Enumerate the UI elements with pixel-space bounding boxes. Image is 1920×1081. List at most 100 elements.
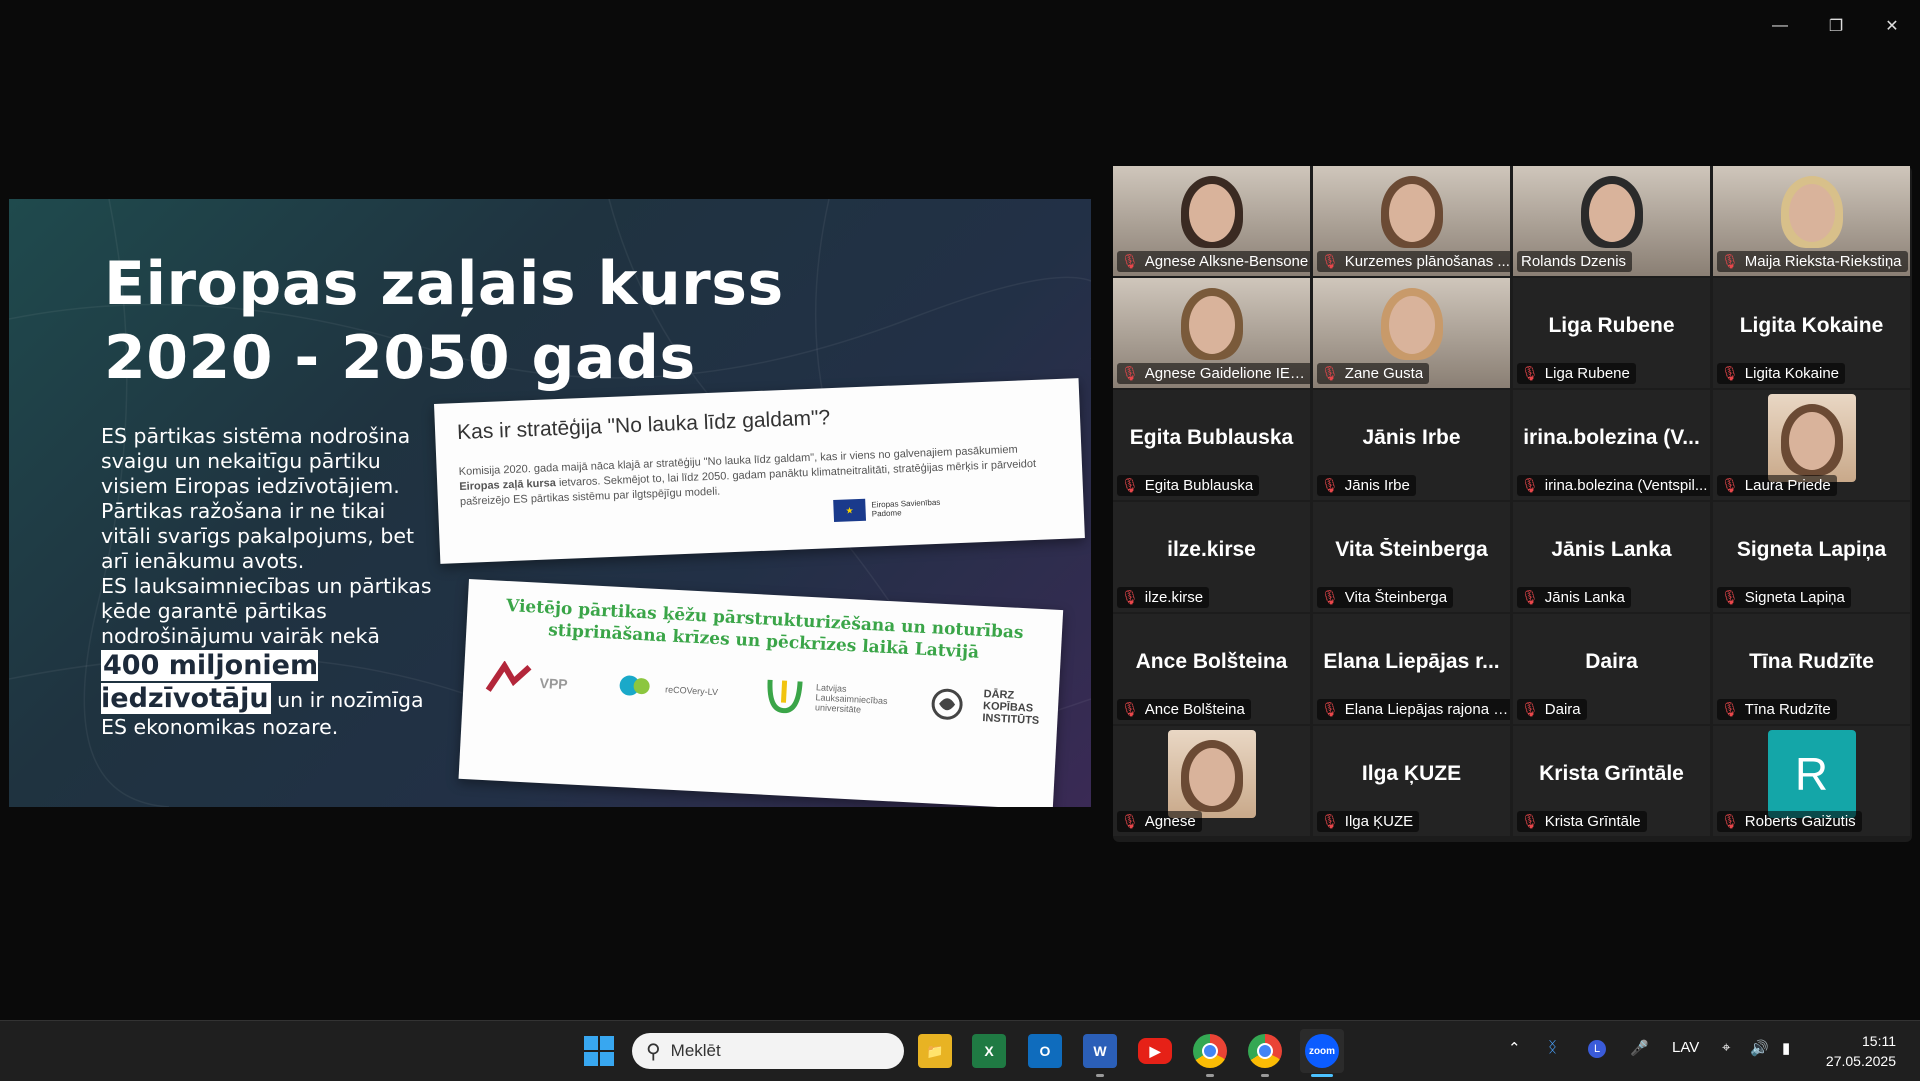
restore-button[interactable]: ❐ (1808, 12, 1864, 40)
chrome-icon[interactable] (1193, 1034, 1227, 1068)
mic-muted-icon: 🎙 (1521, 813, 1539, 829)
participant-display-name: Jānis Irbe (1362, 426, 1461, 449)
participant-tile[interactable]: ilze.kirse 🎙 ilze.kirse (1113, 502, 1310, 612)
mic-muted-icon: 🎙 (1321, 589, 1339, 605)
chrome-running-indicator (1206, 1074, 1214, 1077)
participant-display-name: Signeta Lapiņa (1736, 538, 1887, 561)
participant-tile[interactable]: Jānis Lanka 🎙 Jānis Lanka (1513, 502, 1710, 612)
participant-tile[interactable]: Rolands Dzenis (1513, 166, 1710, 276)
participant-display-name: Ligita Kokaine (1739, 314, 1884, 337)
microphone-icon[interactable]: 🎤 (1630, 1039, 1649, 1057)
vpp-logo: VPP (483, 660, 569, 704)
app-tray-icon[interactable]: L (1588, 1040, 1606, 1058)
recovery-lv-logo: reCOVery-LV (608, 667, 719, 713)
file-explorer-icon[interactable]: 📁 (918, 1034, 952, 1068)
slide-title-line-1: Eiropas zaļais kurss (104, 249, 784, 319)
participant-name-label: 🎙 Laura Priede (1717, 475, 1837, 496)
participant-avatar (1767, 394, 1856, 482)
close-button[interactable]: ✕ (1864, 12, 1920, 40)
word-icon[interactable]: W (1083, 1034, 1117, 1068)
participant-name-label: 🎙 Vita Šteinberga (1317, 587, 1454, 608)
participant-tile[interactable]: 🎙 Kurzemes plānošanas ... (1313, 166, 1510, 276)
participant-display-name: Jānis Lanka (1551, 538, 1672, 561)
shared-slide: Eiropas zaļais kurss 2020 - 2050 gads ES… (9, 199, 1091, 807)
participant-tile[interactable]: R 🎙 Roberts Gaižutis (1713, 726, 1910, 836)
participant-display-name: Ance Bolšteina (1135, 650, 1288, 673)
participant-name-label: 🎙 Krista Grīntāle (1517, 811, 1647, 832)
participant-tile[interactable]: 🎙 Agnese Gaidelione IEB... (1113, 278, 1310, 388)
mic-muted-icon: 🎙 (1121, 477, 1139, 493)
system-clock[interactable]: 15:11 27.05.2025 (1826, 1031, 1896, 1071)
participant-name-label: 🎙 Agnese Gaidelione IEB... (1117, 363, 1310, 384)
participant-tile[interactable]: Krista Grīntāle 🎙 Krista Grīntāle (1513, 726, 1710, 836)
zoom-icon[interactable]: zoom (1305, 1034, 1339, 1068)
mic-muted-icon: 🎙 (1721, 253, 1739, 269)
mic-muted-icon: 🎙 (1321, 701, 1339, 717)
participant-tile[interactable]: Signeta Lapiņa 🎙 Signeta Lapiņa (1713, 502, 1910, 612)
participant-tile[interactable]: 🎙 Maija Rieksta-Riekstiņa (1713, 166, 1910, 276)
mic-muted-icon: 🎙 (1521, 701, 1539, 717)
windows-icon (584, 1036, 598, 1050)
mic-muted-icon: 🎙 (1321, 253, 1339, 269)
outlook-icon[interactable]: O (1028, 1034, 1062, 1068)
excel-icon[interactable]: X (972, 1034, 1006, 1068)
slide-body-text: ES pārtikas sistēma nodrošina svaigu un … (101, 424, 441, 740)
chrome-profile-icon[interactable] (1248, 1034, 1282, 1068)
search-icon: ⚲ (646, 1040, 661, 1063)
participant-display-name: ilze.kirse (1167, 538, 1256, 561)
participant-name-label: 🎙 Ilga ĶUZE (1317, 811, 1420, 832)
participant-name-label: 🎙 Ligita Kokaine (1717, 363, 1846, 384)
participant-display-name: irina.bolezina (V... (1523, 426, 1700, 449)
clock-time: 15:11 (1862, 1033, 1896, 1049)
window-controls: — ❐ ✕ (1752, 12, 1920, 40)
battery-icon[interactable]: ▮ (1782, 1039, 1790, 1057)
participant-display-name: Elana Liepājas r... (1323, 650, 1500, 673)
youtube-icon[interactable]: ▶ (1138, 1038, 1172, 1064)
mic-muted-icon: 🎙 (1521, 365, 1539, 381)
mic-muted-icon: 🎙 (1721, 813, 1739, 829)
participant-tile[interactable]: 🎙 Laura Priede (1713, 390, 1910, 500)
bluetooth-icon[interactable]: ᛝ (1548, 1039, 1557, 1056)
language-indicator[interactable]: LAV (1672, 1039, 1699, 1056)
mic-muted-icon: 🎙 (1721, 365, 1739, 381)
mic-muted-icon: 🎙 (1121, 701, 1139, 717)
mic-muted-icon: 🎙 (1721, 477, 1739, 493)
participant-tile[interactable]: Vita Šteinberga 🎙 Vita Šteinberga (1313, 502, 1510, 612)
show-hidden-icons-chevron-icon[interactable]: ⌃ (1508, 1039, 1521, 1057)
participant-tile[interactable]: 🎙 Agnese Alksne-Bensone (1113, 166, 1310, 276)
participant-tile[interactable]: Ilga ĶUZE 🎙 Ilga ĶUZE (1313, 726, 1510, 836)
participant-name-label: 🎙 Liga Rubene (1517, 363, 1636, 384)
participant-tile[interactable]: Daira 🎙 Daira (1513, 614, 1710, 724)
participant-name-label: Rolands Dzenis (1517, 251, 1633, 272)
participant-name-label: 🎙 Kurzemes plānošanas ... (1317, 251, 1510, 272)
mic-muted-icon: 🎙 (1121, 253, 1139, 269)
participant-tile[interactable]: Liga Rubene 🎙 Liga Rubene (1513, 278, 1710, 388)
llu-logo: Latvijas Lauksaimniecības universitāte (759, 674, 888, 721)
participant-tile[interactable]: Tīna Rudzīte 🎙 Tīna Rudzīte (1713, 614, 1910, 724)
participant-display-name: Egita Bublauska (1129, 426, 1294, 449)
participant-tile[interactable]: Elana Liepājas r... 🎙 Elana Liepājas rajon… (1313, 614, 1510, 724)
wifi-icon[interactable]: ⌖ (1722, 1039, 1730, 1056)
taskbar-search[interactable]: ⚲ Meklēt (632, 1033, 904, 1069)
mic-muted-icon: 🎙 (1721, 701, 1739, 717)
participant-tile[interactable]: Ance Bolšteina 🎙 Ance Bolšteina (1113, 614, 1310, 724)
start-button[interactable] (584, 1036, 614, 1066)
strategy-question: Kas ir stratēģija "No lauka līdz galdam"… (456, 406, 831, 445)
participant-name-label: 🎙 Daira (1517, 699, 1587, 720)
participant-tile[interactable]: Ligita Kokaine 🎙 Ligita Kokaine (1713, 278, 1910, 388)
participant-name-label: 🎙 Agnese Alksne-Bensone (1117, 251, 1310, 272)
participant-display-name: Krista Grīntāle (1539, 762, 1684, 785)
participant-tile[interactable]: Jānis Irbe 🎙 Jānis Irbe (1313, 390, 1510, 500)
partner-logos: VPP reCOVery-LV Latvijas Lauksaimniecība… (483, 660, 1044, 729)
participant-tile[interactable]: 🎙 Zane Gusta (1313, 278, 1510, 388)
participant-tile[interactable]: 🎙 Agnese (1113, 726, 1310, 836)
mic-muted-icon: 🎙 (1121, 813, 1139, 829)
participant-tile[interactable]: irina.bolezina (V... 🎙 irina.bolezina (Ven… (1513, 390, 1710, 500)
participant-name-label: 🎙 Tīna Rudzīte (1717, 699, 1837, 720)
minimize-button[interactable]: — (1752, 12, 1808, 40)
participant-name-label: 🎙 Egita Bublauska (1117, 475, 1260, 496)
participant-name-label: 🎙 Zane Gusta (1317, 363, 1430, 384)
participant-tile[interactable]: Egita Bublauska 🎙 Egita Bublauska (1113, 390, 1310, 500)
mic-muted-icon: 🎙 (1721, 589, 1739, 605)
volume-icon[interactable]: 🔊 (1750, 1039, 1769, 1057)
